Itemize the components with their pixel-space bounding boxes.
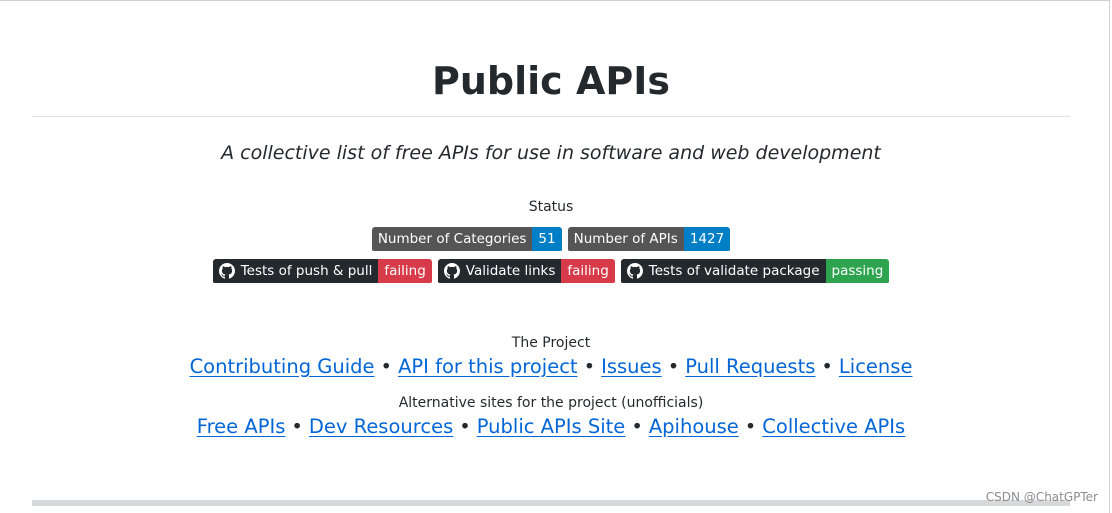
bullet-separator: • bbox=[459, 415, 471, 438]
link-contributing-guide[interactable]: Contributing Guide bbox=[190, 355, 375, 378]
link-collective-apis[interactable]: Collective APIs bbox=[762, 415, 905, 438]
project-label: The Project bbox=[511, 335, 591, 351]
bullet-separator: • bbox=[380, 355, 393, 378]
link-apihouse[interactable]: Apihouse bbox=[649, 415, 739, 438]
badge-label: Validate links bbox=[465, 263, 556, 279]
page-subtitle: A collective list of free APIs for use i… bbox=[221, 142, 881, 164]
badge-number-of-apis[interactable]: Number of APIs 1427 bbox=[567, 227, 731, 253]
title-divider bbox=[32, 116, 1070, 117]
badge-tests-push-pull[interactable]: Tests of push & pull failing bbox=[212, 259, 432, 285]
badge-value: 51 bbox=[532, 227, 562, 251]
link-api-for-this-project[interactable]: API for this project bbox=[398, 355, 578, 378]
badge-label: Number of Categories bbox=[371, 227, 533, 251]
badge-label: Number of APIs bbox=[567, 227, 684, 251]
page-title: Public APIs bbox=[432, 59, 670, 103]
bullet-separator: • bbox=[744, 415, 757, 438]
project-links: Contributing Guide • API for this project •… bbox=[32, 354, 1070, 380]
count-badges-row: Number of Categories 51 Number of APIs 1… bbox=[32, 227, 1070, 253]
badge-value: failing bbox=[378, 259, 432, 283]
link-issues[interactable]: Issues bbox=[601, 355, 662, 378]
badge-value: passing bbox=[825, 259, 890, 283]
badge-value: 1427 bbox=[683, 227, 731, 251]
horizontal-scrollbar[interactable] bbox=[32, 500, 1070, 506]
badge-label-wrap: Validate links bbox=[437, 259, 562, 283]
bullet-separator: • bbox=[631, 415, 643, 438]
badge-label-wrap: Tests of validate package bbox=[620, 259, 826, 283]
link-dev-resources[interactable]: Dev Resources bbox=[309, 415, 453, 438]
link-free-apis[interactable]: Free APIs bbox=[197, 415, 286, 438]
watermark: CSDN @ChatGPTer bbox=[985, 490, 1098, 504]
link-public-apis-site[interactable]: Public APIs Site bbox=[477, 415, 626, 438]
badge-label-wrap: Tests of push & pull bbox=[212, 259, 379, 283]
alternative-links: Free APIs • Dev Resources • Public APIs Site… bbox=[32, 414, 1070, 440]
github-icon bbox=[218, 263, 235, 279]
status-label: Status bbox=[528, 199, 574, 215]
badge-tests-validate-package[interactable]: Tests of validate package passing bbox=[620, 259, 890, 285]
bullet-separator: • bbox=[291, 415, 303, 438]
badge-value: failing bbox=[561, 259, 615, 283]
badge-label: Tests of validate package bbox=[648, 263, 820, 279]
bullet-separator: • bbox=[667, 355, 680, 378]
bullet-separator: • bbox=[583, 355, 596, 378]
alternatives-label: Alternative sites for the project (unoff… bbox=[398, 395, 704, 411]
badge-validate-links[interactable]: Validate links failing bbox=[437, 259, 615, 285]
workflow-badges-row: Tests of push & pull failing Validate li… bbox=[32, 259, 1070, 285]
badge-number-of-categories[interactable]: Number of Categories 51 bbox=[371, 227, 562, 253]
bullet-separator: • bbox=[821, 355, 833, 378]
github-icon bbox=[626, 263, 643, 279]
link-license[interactable]: License bbox=[839, 355, 913, 378]
github-icon bbox=[443, 263, 460, 279]
badge-label: Tests of push & pull bbox=[240, 263, 373, 279]
link-pull-requests[interactable]: Pull Requests bbox=[685, 355, 815, 378]
